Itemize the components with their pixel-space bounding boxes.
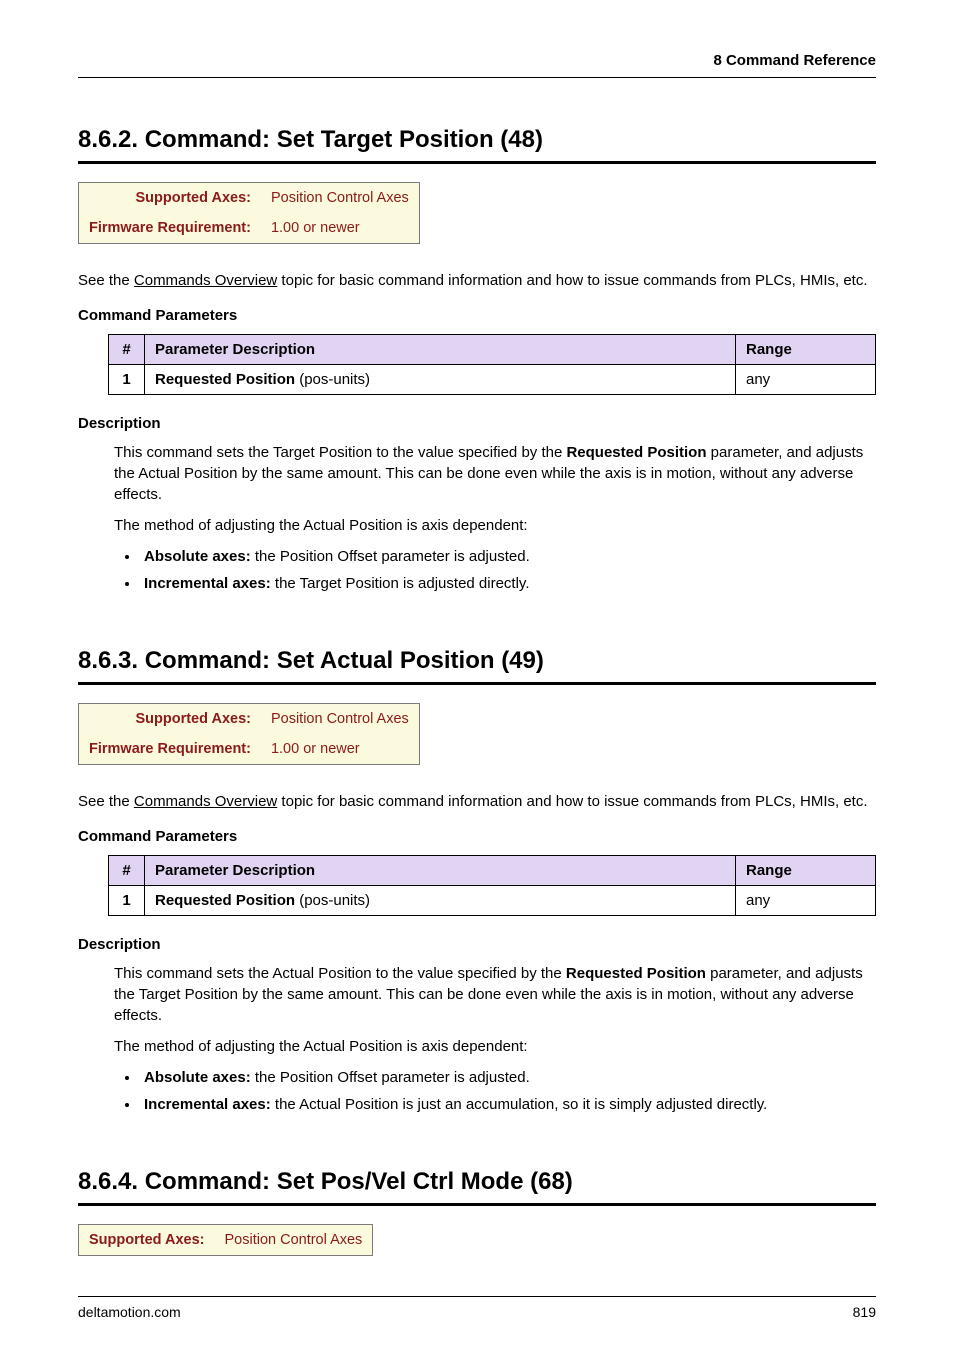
list-item: Incremental axes: the Actual Position is…	[140, 1094, 876, 1115]
bullet-rest: the Position Offset parameter is adjuste…	[251, 1069, 530, 1086]
firmware-req-label: Firmware Requirement:	[79, 213, 261, 244]
commands-overview-link[interactable]: Commands Overview	[134, 272, 277, 289]
param-num: 1	[109, 365, 145, 395]
desc-p1b: Requested Position	[566, 444, 706, 461]
bullet-rest: the Position Offset parameter is adjuste…	[251, 548, 530, 565]
supported-axes-label: Supported Axes:	[79, 1224, 215, 1255]
param-num: 1	[109, 886, 145, 916]
intro-paragraph: See the Commands Overview topic for basi…	[78, 791, 876, 812]
intro-suffix: topic for basic command information and …	[277, 793, 867, 810]
bullet-bold: Incremental axes:	[144, 575, 271, 592]
list-item: Absolute axes: the Position Offset param…	[140, 1067, 876, 1088]
param-desc-rest: (pos-units)	[295, 892, 370, 909]
bullet-bold: Absolute axes:	[144, 1069, 251, 1086]
param-range: any	[736, 886, 876, 916]
intro-prefix: See the	[78, 793, 134, 810]
list-item: Incremental axes: the Target Position is…	[140, 573, 876, 594]
param-desc: Requested Position (pos-units)	[145, 365, 736, 395]
table-row: 1 Requested Position (pos-units) any	[109, 365, 876, 395]
page-header: 8 Command Reference	[78, 50, 876, 78]
section-heading-864: 8.6.4. Command: Set Pos/Vel Ctrl Mode (6…	[78, 1165, 876, 1206]
description-block-862: This command sets the Target Position to…	[114, 442, 876, 594]
param-desc-bold: Requested Position	[155, 371, 295, 388]
info-box-862: Supported Axes: Position Control Axes Fi…	[78, 182, 420, 245]
desc-p1b: Requested Position	[566, 965, 706, 982]
bullet-list: Absolute axes: the Position Offset param…	[140, 1067, 876, 1115]
bullet-rest: the Target Position is adjusted directly…	[271, 575, 530, 592]
description-heading: Description	[78, 413, 876, 434]
page-footer: deltamotion.com 819	[78, 1296, 876, 1323]
supported-axes-label: Supported Axes:	[79, 182, 261, 213]
params-table-863: # Parameter Description Range 1 Requeste…	[108, 855, 876, 916]
bullet-bold: Absolute axes:	[144, 548, 251, 565]
bullet-list: Absolute axes: the Position Offset param…	[140, 546, 876, 594]
desc-p1a: This command sets the Actual Position to…	[114, 965, 566, 982]
supported-axes-value: Position Control Axes	[261, 182, 419, 213]
supported-axes-value: Position Control Axes	[214, 1224, 372, 1255]
param-desc-bold: Requested Position	[155, 892, 295, 909]
footer-right: 819	[853, 1303, 876, 1323]
section-heading-862: 8.6.2. Command: Set Target Position (48)	[78, 123, 876, 164]
col-desc: Parameter Description	[145, 856, 736, 886]
table-row: 1 Requested Position (pos-units) any	[109, 886, 876, 916]
description-heading: Description	[78, 934, 876, 955]
command-params-heading: Command Parameters	[78, 826, 876, 847]
desc-p1: This command sets the Target Position to…	[114, 442, 876, 505]
desc-p2: The method of adjusting the Actual Posit…	[114, 515, 876, 536]
col-desc: Parameter Description	[145, 335, 736, 365]
footer-left: deltamotion.com	[78, 1303, 181, 1323]
supported-axes-label: Supported Axes:	[79, 703, 261, 734]
description-block-863: This command sets the Actual Position to…	[114, 963, 876, 1115]
list-item: Absolute axes: the Position Offset param…	[140, 546, 876, 567]
info-box-864: Supported Axes: Position Control Axes	[78, 1224, 373, 1256]
param-desc-rest: (pos-units)	[295, 371, 370, 388]
desc-p2: The method of adjusting the Actual Posit…	[114, 1036, 876, 1057]
intro-suffix: topic for basic command information and …	[277, 272, 867, 289]
info-box-863: Supported Axes: Position Control Axes Fi…	[78, 703, 420, 766]
header-right: 8 Command Reference	[713, 52, 876, 69]
col-num: #	[109, 335, 145, 365]
supported-axes-value: Position Control Axes	[261, 703, 419, 734]
firmware-req-label: Firmware Requirement:	[79, 734, 261, 765]
command-params-heading: Command Parameters	[78, 305, 876, 326]
intro-paragraph: See the Commands Overview topic for basi…	[78, 270, 876, 291]
intro-prefix: See the	[78, 272, 134, 289]
col-num: #	[109, 856, 145, 886]
col-range: Range	[736, 335, 876, 365]
bullet-rest: the Actual Position is just an accumulat…	[271, 1096, 768, 1113]
params-table-862: # Parameter Description Range 1 Requeste…	[108, 334, 876, 395]
param-desc: Requested Position (pos-units)	[145, 886, 736, 916]
desc-p1a: This command sets the Target Position to…	[114, 444, 566, 461]
commands-overview-link[interactable]: Commands Overview	[134, 793, 277, 810]
firmware-req-value: 1.00 or newer	[261, 734, 419, 765]
param-range: any	[736, 365, 876, 395]
col-range: Range	[736, 856, 876, 886]
section-heading-863: 8.6.3. Command: Set Actual Position (49)	[78, 644, 876, 685]
bullet-bold: Incremental axes:	[144, 1096, 271, 1113]
desc-p1: This command sets the Actual Position to…	[114, 963, 876, 1026]
firmware-req-value: 1.00 or newer	[261, 213, 419, 244]
